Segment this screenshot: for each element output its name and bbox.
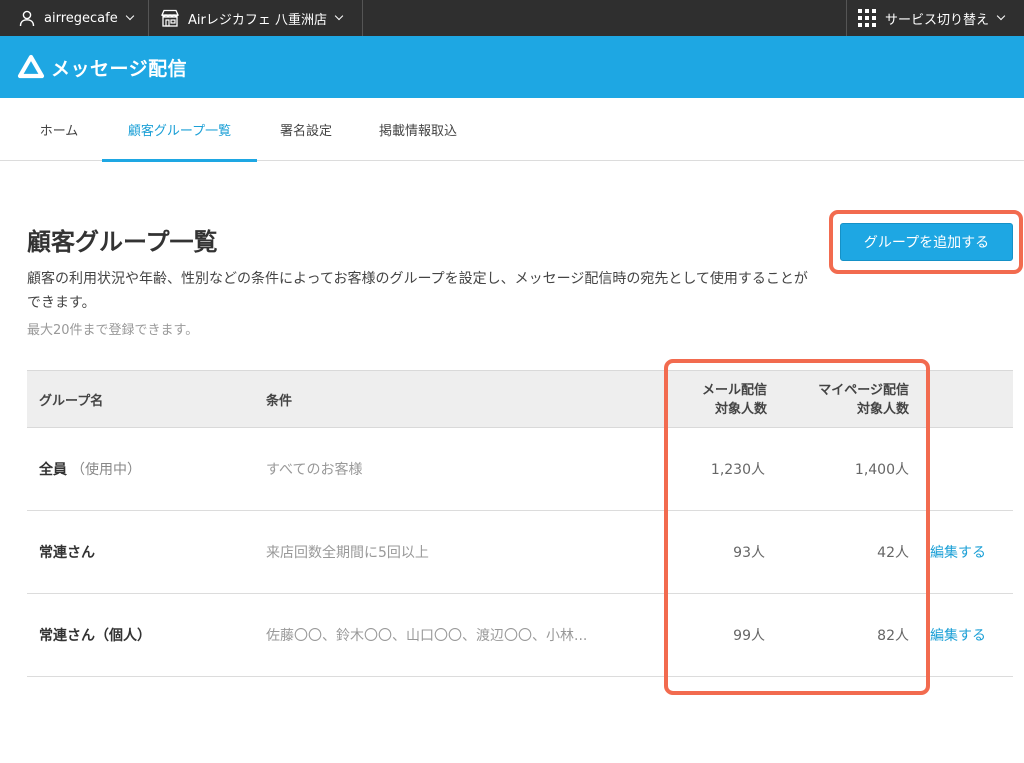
tab-signature-settings[interactable]: 署名設定 xyxy=(264,98,348,161)
mail-count: 93人 xyxy=(733,545,765,561)
in-use-label: （使用中） xyxy=(71,462,141,478)
mail-count: 1,230人 xyxy=(710,462,765,478)
group-name: 常連さん（個人） xyxy=(39,628,151,644)
divider xyxy=(362,0,363,36)
mypage-count: 1,400人 xyxy=(854,462,909,478)
group-condition: すべてのお客様 xyxy=(266,462,363,478)
user-icon xyxy=(19,10,35,27)
store-icon xyxy=(160,9,180,27)
group-condition: 来店回数全期間に5回以上 xyxy=(266,545,429,561)
column-header-mail-count: メール配信 対象人数 xyxy=(657,371,767,428)
service-switch-menu[interactable]: サービス切り替え xyxy=(857,0,1006,36)
mypage-header-line2: 対象人数 xyxy=(856,401,909,417)
group-name: 常連さん xyxy=(39,545,95,561)
chevron-down-icon xyxy=(334,11,344,21)
table-row: 全員 （使用中） すべてのお客様 1,230人 1,400人 xyxy=(27,428,1013,511)
chevron-down-icon xyxy=(125,11,134,21)
store-name: Airレジカフェ 八重洲店 xyxy=(188,12,327,28)
mypage-count: 82人 xyxy=(877,628,909,644)
column-header-mypage-count: マイページ配信 対象人数 xyxy=(779,371,909,428)
account-menu[interactable]: airregecafe xyxy=(18,0,134,36)
edit-group-link[interactable]: 編集する xyxy=(930,594,986,676)
tab-home[interactable]: ホーム xyxy=(22,98,96,161)
group-condition: 佐藤〇〇、鈴木〇〇、山口〇〇、渡辺〇〇、小林... xyxy=(266,628,588,644)
divider xyxy=(846,0,847,36)
mail-count: 99人 xyxy=(733,628,765,644)
mail-header-line2: 対象人数 xyxy=(714,401,767,417)
app-title: メッセージ配信 xyxy=(51,57,188,80)
mypage-header-line1: マイページ配信 xyxy=(818,382,909,398)
tab-customer-groups[interactable]: 顧客グループ一覧 xyxy=(102,98,257,162)
account-name: airregecafe xyxy=(44,10,118,26)
table-header: グループ名 条件 メール配信 対象人数 マイページ配信 対象人数 xyxy=(27,370,1013,428)
column-header-condition: 条件 xyxy=(266,394,293,409)
add-group-button[interactable]: グループを追加する xyxy=(840,223,1013,261)
grid-icon xyxy=(858,9,876,27)
edit-group-link[interactable]: 編集する xyxy=(930,511,986,593)
tab-bar: ホーム 顧客グループ一覧 署名設定 掲載情報取込 xyxy=(0,98,1024,162)
store-menu[interactable]: Airレジカフェ 八重洲店 xyxy=(160,0,344,36)
page-description: 顧客の利用状況や年齢、性別などの条件によってお客様のグループを設定し、メッセージ… xyxy=(27,271,808,311)
page-note: 最大20件まで登録できます。 xyxy=(27,323,199,338)
page-title: 顧客グループ一覧 xyxy=(27,228,218,256)
app-logo-icon xyxy=(17,54,45,79)
group-name-text: 全員 xyxy=(39,462,67,478)
column-header-group-name: グループ名 xyxy=(39,394,104,409)
table-row: 常連さん 来店回数全期間に5回以上 93人 42人 編集する xyxy=(27,511,1013,594)
service-switch-label: サービス切り替え xyxy=(885,12,990,28)
divider xyxy=(148,0,149,36)
app-header: メッセージ配信 xyxy=(0,36,1024,98)
top-bar: airregecafe Airレジカフェ 八重洲店 サービス切り替え xyxy=(0,0,1024,36)
mail-header-line1: メール配信 xyxy=(701,382,767,398)
mypage-count: 42人 xyxy=(877,545,909,561)
table-row: 常連さん（個人） 佐藤〇〇、鈴木〇〇、山口〇〇、渡辺〇〇、小林... 99人 8… xyxy=(27,594,1013,677)
tab-import-listing-info[interactable]: 掲載情報取込 xyxy=(362,98,474,161)
group-name: 全員 （使用中） xyxy=(39,428,141,510)
chevron-down-icon xyxy=(996,11,1006,21)
customer-group-table: グループ名 条件 メール配信 対象人数 マイページ配信 対象人数 全員 （使用中… xyxy=(27,370,1013,677)
